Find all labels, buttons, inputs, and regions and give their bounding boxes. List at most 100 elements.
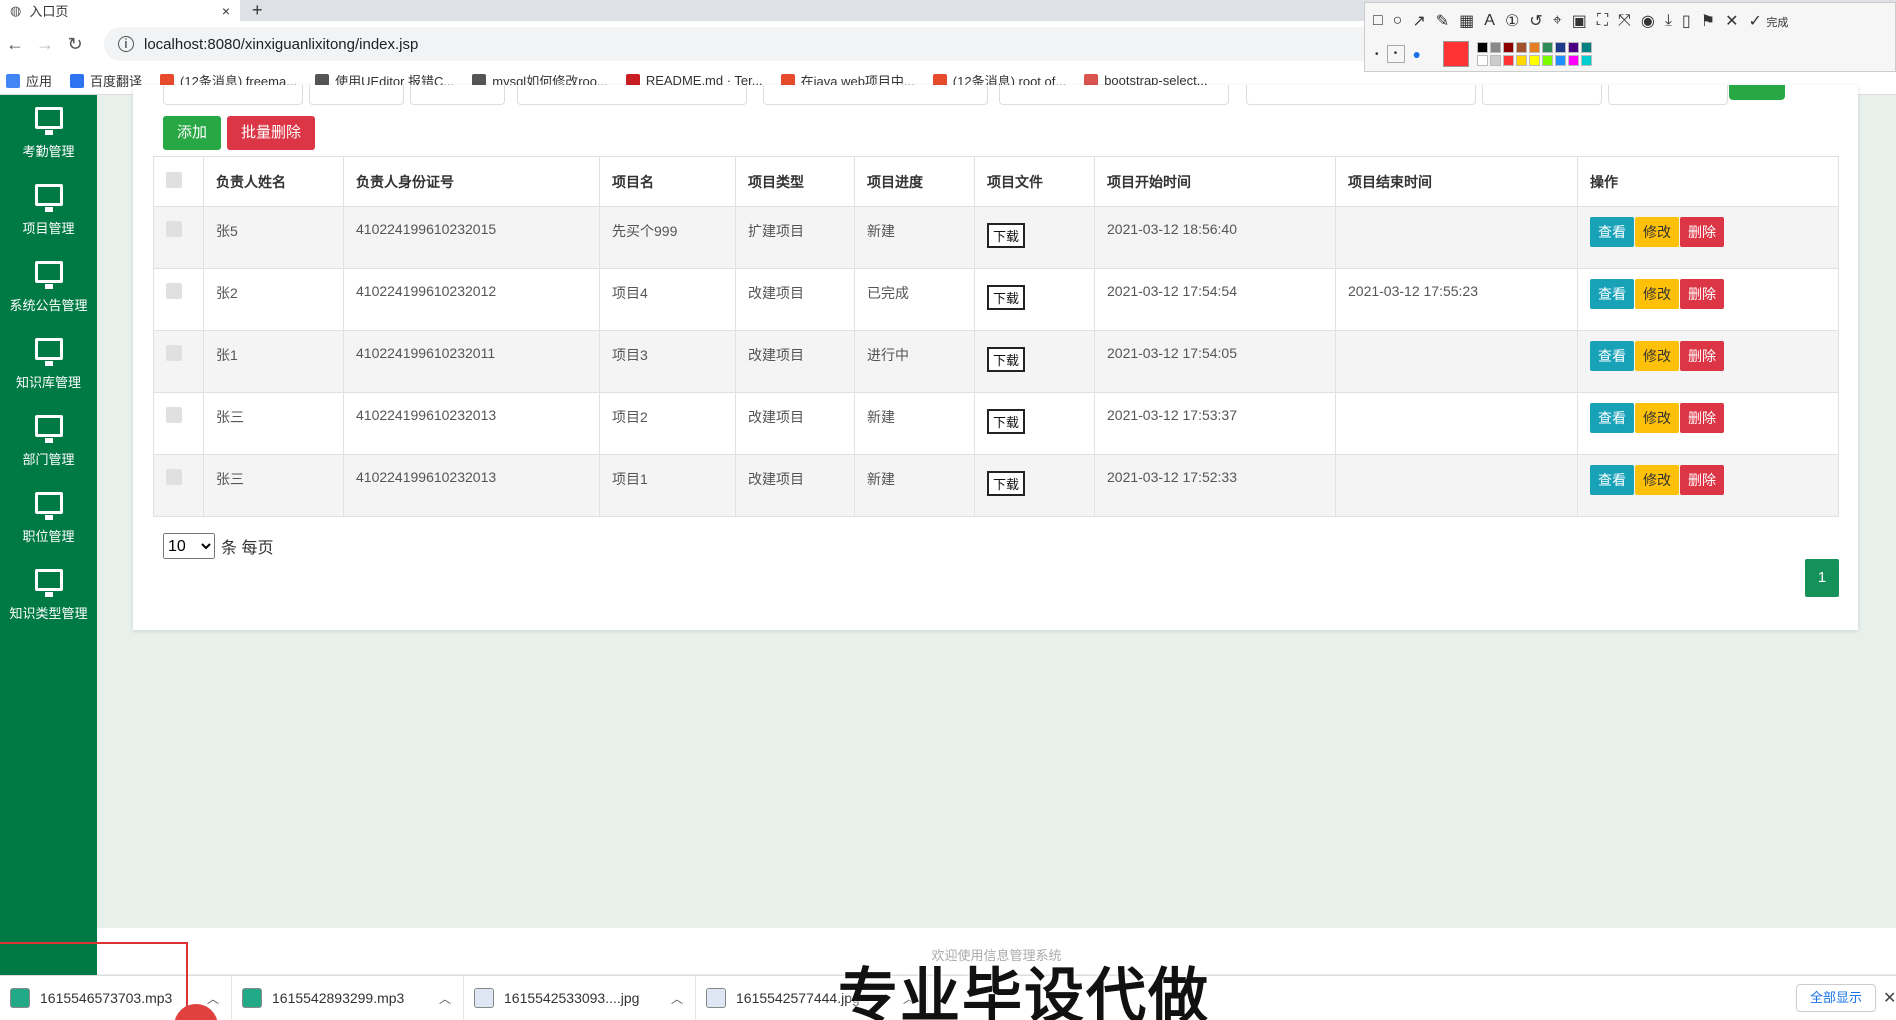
edit-button[interactable]: 修改 xyxy=(1635,465,1679,495)
cancel-icon[interactable]: ✕ xyxy=(1725,11,1738,31)
column-header[interactable]: 负责人姓名 xyxy=(203,156,344,207)
color-swatch[interactable] xyxy=(1567,55,1579,66)
bookmark-icon[interactable]: ⚑ xyxy=(1701,11,1715,31)
column-header[interactable]: 项目文件 xyxy=(974,156,1095,207)
batch-delete-button[interactable]: 批量删除 xyxy=(227,116,315,150)
color-swatch[interactable] xyxy=(1554,55,1566,66)
download-button[interactable]: 下载 xyxy=(987,285,1026,310)
new-tab-button[interactable]: + xyxy=(252,0,263,21)
phone-icon[interactable]: ▯ xyxy=(1682,11,1691,31)
color-swatch[interactable] xyxy=(1580,42,1592,53)
color-swatch[interactable] xyxy=(1476,42,1488,53)
add-button[interactable]: 添加 xyxy=(163,116,221,150)
sidebar-item[interactable]: 考勤管理 xyxy=(0,95,97,172)
delete-button[interactable]: 删除 xyxy=(1680,465,1724,495)
delete-button[interactable]: 删除 xyxy=(1680,279,1724,309)
column-header[interactable]: 项目进度 xyxy=(854,156,975,207)
color-swatch[interactable] xyxy=(1541,55,1553,66)
color-swatch[interactable] xyxy=(1515,42,1527,53)
download-button[interactable]: 下载 xyxy=(987,347,1026,372)
row-checkbox[interactable] xyxy=(166,345,182,361)
view-button[interactable]: 查看 xyxy=(1590,341,1634,371)
row-checkbox[interactable] xyxy=(166,469,182,485)
brush-size-large[interactable]: ● xyxy=(1413,46,1421,62)
edit-button[interactable]: 修改 xyxy=(1635,403,1679,433)
column-header[interactable]: 项目类型 xyxy=(735,156,855,207)
row-checkbox[interactable] xyxy=(166,283,182,299)
column-header[interactable]: 项目开始时间 xyxy=(1094,156,1336,207)
back-arrow-icon[interactable]: ← xyxy=(0,34,30,55)
brush-size-small[interactable]: • xyxy=(1375,49,1379,60)
chevron-up-icon[interactable]: ︿ xyxy=(671,990,683,1007)
delete-button[interactable]: 删除 xyxy=(1680,341,1724,371)
download-button[interactable]: 下载 xyxy=(987,471,1026,496)
view-button[interactable]: 查看 xyxy=(1590,217,1634,247)
color-swatch[interactable] xyxy=(1489,55,1501,66)
color-swatch[interactable] xyxy=(1554,42,1566,53)
sidebar-item[interactable]: 系统公告管理 xyxy=(0,249,97,326)
row-checkbox[interactable] xyxy=(166,221,182,237)
sidebar-item[interactable]: 知识库管理 xyxy=(0,326,97,403)
save-icon[interactable]: ⤓ xyxy=(1665,12,1672,30)
edit-button[interactable]: 修改 xyxy=(1635,279,1679,309)
done-button[interactable]: ✓ 完成 xyxy=(1748,11,1788,31)
column-header[interactable]: 项目名 xyxy=(599,156,736,207)
download-item[interactable]: 1615542533093....jpg ︿ xyxy=(464,975,696,1020)
color-swatch[interactable] xyxy=(1502,55,1514,66)
color-swatch[interactable] xyxy=(1528,55,1540,66)
color-swatch[interactable] xyxy=(1567,42,1579,53)
translate-icon[interactable]: ⤧ xyxy=(1618,12,1631,30)
download-button[interactable]: 下载 xyxy=(987,409,1026,434)
edit-button[interactable]: 修改 xyxy=(1635,217,1679,247)
arrow-tool-icon[interactable]: ↗ xyxy=(1412,11,1425,31)
rectangle-tool-icon[interactable]: □ xyxy=(1373,12,1383,30)
show-all-downloads-button[interactable]: 全部显示 xyxy=(1796,984,1876,1012)
delete-button[interactable]: 删除 xyxy=(1680,403,1724,433)
close-downloads-icon[interactable]: ✕ xyxy=(1883,988,1896,1008)
view-button[interactable]: 查看 xyxy=(1590,465,1634,495)
tab-close-icon[interactable]: × xyxy=(222,3,230,19)
color-swatch[interactable] xyxy=(1528,42,1540,53)
record-icon[interactable]: ◉ xyxy=(1641,11,1655,31)
color-swatch[interactable] xyxy=(1502,42,1514,53)
pin-icon[interactable]: ⌖ xyxy=(1553,12,1562,30)
row-checkbox[interactable] xyxy=(166,407,182,423)
color-swatch[interactable] xyxy=(1489,42,1501,53)
page-1-button[interactable]: 1 xyxy=(1805,559,1839,597)
current-color-swatch[interactable] xyxy=(1442,41,1469,67)
color-swatch[interactable] xyxy=(1476,55,1488,66)
download-button[interactable]: 下载 xyxy=(987,223,1026,248)
download-item[interactable]: 1615542893299.mp3 ︿ xyxy=(232,975,464,1020)
sidebar-item[interactable]: 职位管理 xyxy=(0,480,97,557)
ellipse-tool-icon[interactable]: ○ xyxy=(1393,12,1403,30)
pen-tool-icon[interactable]: ✎ xyxy=(1436,11,1449,31)
sidebar-item[interactable]: 知识类型管理 xyxy=(0,557,97,634)
chevron-up-icon[interactable]: ︿ xyxy=(207,990,219,1007)
info-icon[interactable]: i xyxy=(118,36,134,52)
color-swatch[interactable] xyxy=(1580,55,1592,66)
column-header[interactable]: 负责人身份证号 xyxy=(343,156,600,207)
brush-size-medium[interactable]: • xyxy=(1386,45,1405,63)
sidebar-item[interactable]: 部门管理 xyxy=(0,403,97,480)
color-swatch[interactable] xyxy=(1515,55,1527,66)
select-all-checkbox[interactable] xyxy=(166,172,182,188)
view-button[interactable]: 查看 xyxy=(1590,403,1634,433)
search-button-fragment[interactable] xyxy=(1729,85,1785,100)
chevron-up-icon[interactable]: ︿ xyxy=(439,990,451,1007)
bookmark-item[interactable]: 百度翻译 xyxy=(70,71,142,90)
view-button[interactable]: 查看 xyxy=(1590,279,1634,309)
browser-tab[interactable]: ◍ 入口页 × xyxy=(0,0,240,21)
color-swatch[interactable] xyxy=(1541,42,1553,53)
text-tool-icon[interactable]: A xyxy=(1484,12,1495,30)
mosaic-tool-icon[interactable]: ▦ xyxy=(1459,11,1474,31)
column-header[interactable]: 项目结束时间 xyxy=(1335,156,1578,207)
number-tool-icon[interactable]: ① xyxy=(1505,11,1519,31)
page-size-select[interactable]: 10 xyxy=(163,533,215,559)
sidebar-item[interactable]: 项目管理 xyxy=(0,172,97,249)
forward-arrow-icon[interactable]: → xyxy=(30,34,60,55)
edit-button[interactable]: 修改 xyxy=(1635,341,1679,371)
undo-icon[interactable]: ↺ xyxy=(1529,11,1542,31)
reload-icon[interactable]: ↻ xyxy=(60,34,90,55)
bookmark-item[interactable]: 应用 xyxy=(6,71,52,90)
ocr-icon[interactable]: ▣ xyxy=(1572,11,1587,31)
